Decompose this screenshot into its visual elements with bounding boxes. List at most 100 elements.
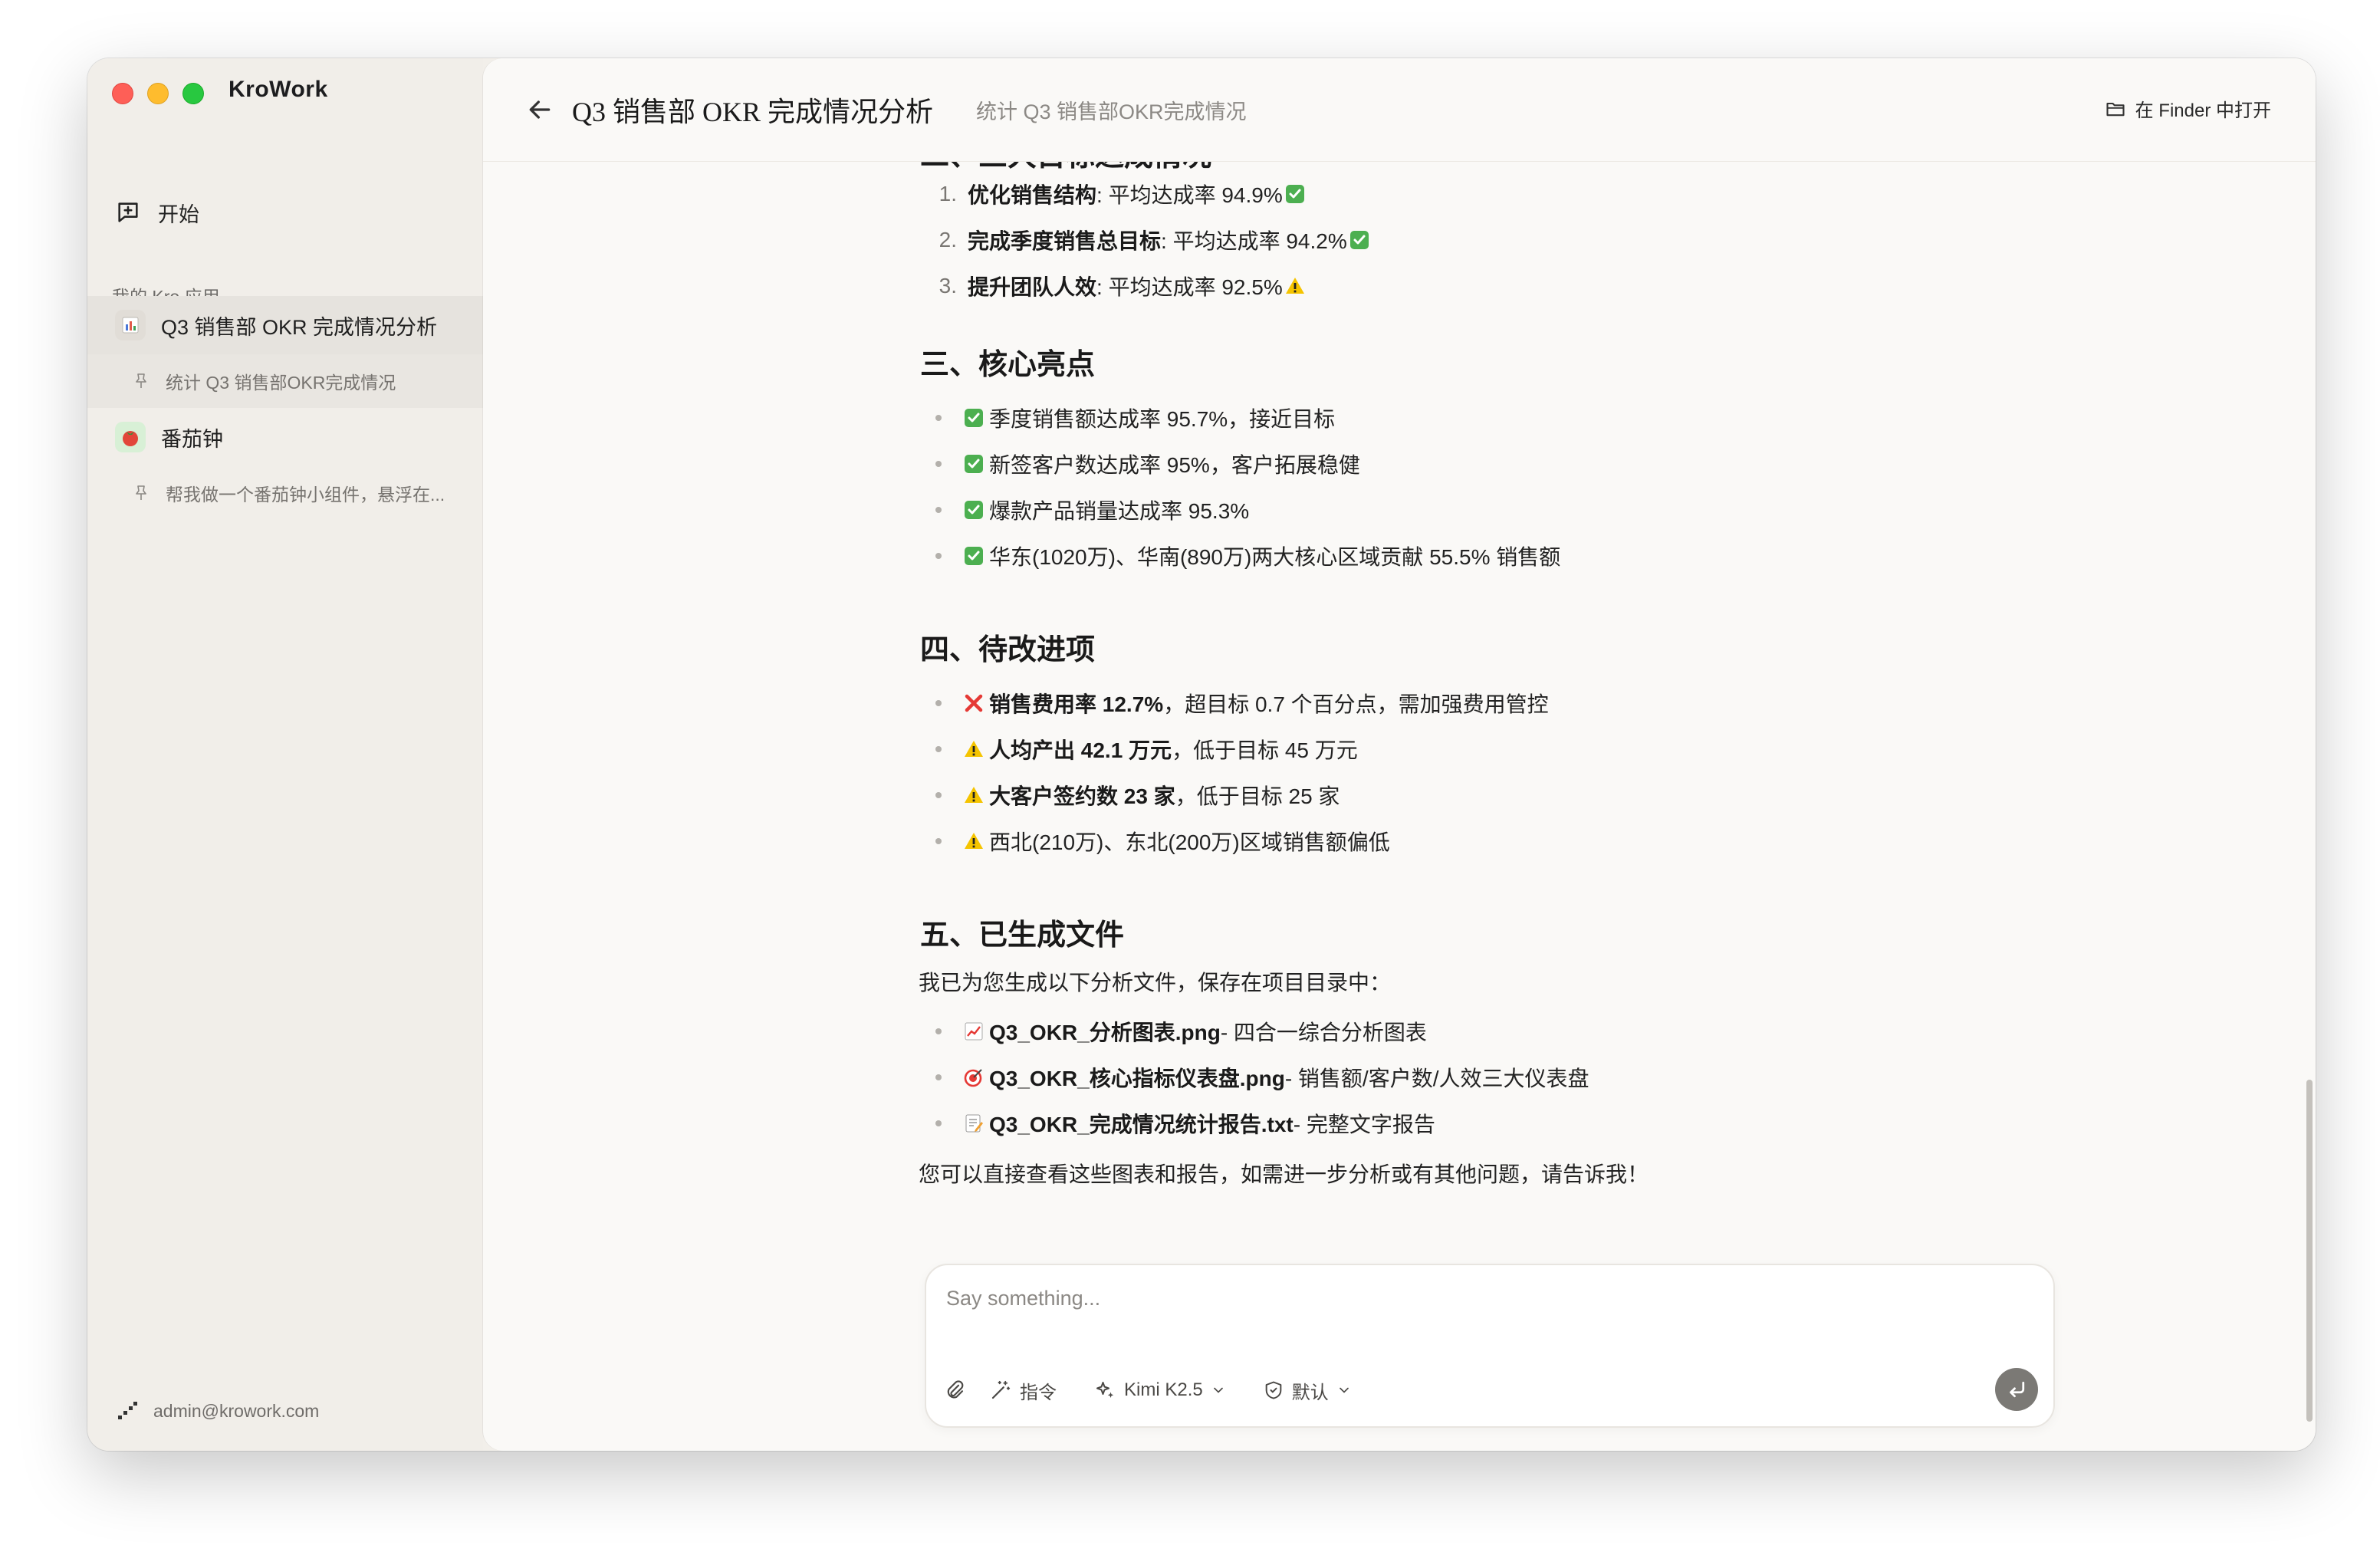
sidebar-app-title: Q3 销售部 OKR 完成情况分析: [161, 315, 438, 339]
chart-up-icon: [963, 1021, 985, 1042]
list-item: 西北(210万)、东北(200万)区域销售额偏低: [919, 822, 1390, 860]
model-label: Kimi K2.5: [1124, 1379, 1203, 1400]
section-heading: 五、已生成文件: [920, 919, 1125, 952]
target-icon: [963, 1067, 985, 1088]
scrollbar[interactable]: [2305, 161, 2316, 1451]
section-heading: 二、三大目标达成情况: [920, 161, 1211, 174]
chevron-down-icon: [1339, 1387, 1349, 1393]
bullet: [935, 1028, 942, 1034]
sidebar-session-label: 帮我做一个番茄钟小组件，悬浮在...: [166, 485, 445, 505]
paragraph: 我已为您生成以下分析文件，保存在项目目录中：: [919, 971, 1392, 995]
app-name: KroWork: [228, 77, 328, 102]
list-item: 2. 完成季度销售总目标 : 平均达成率 94.2%: [919, 221, 1375, 259]
desktop: KroWork 开始 我的 Kro 应用 Q: [0, 0, 2380, 1552]
bullet: [935, 1074, 942, 1080]
bullet: [935, 838, 942, 844]
close-window-button[interactable]: [112, 83, 133, 104]
app-window: KroWork 开始 我的 Kro 应用 Q: [87, 58, 2316, 1451]
new-chat-icon: [118, 202, 138, 222]
warning-icon: [963, 830, 985, 852]
check-icon: [963, 453, 985, 475]
sidebar-session-okr[interactable]: 统计 Q3 销售部OKR完成情况: [87, 354, 483, 408]
list-item: 销售费用率 12.7% ，超目标 0.7 个百分点，需加强费用管控: [919, 684, 1549, 722]
file-list-item: Q3_OKR_核心指标仪表盘.png - 销售额/客户数/人效三大仪表盘: [919, 1058, 1589, 1097]
bar-chart-icon: [115, 310, 146, 340]
mode-label: 默认: [1291, 1382, 1329, 1403]
check-icon: [963, 407, 985, 429]
sparkle-icon: [1096, 1382, 1114, 1398]
sidebar-session-tomato[interactable]: 帮我做一个番茄钟小组件，悬浮在...: [87, 466, 483, 520]
send-button[interactable]: [1995, 1368, 2038, 1411]
composer-toolbar: 指令 Kimi K2.5 默认: [943, 1371, 1389, 1409]
file-list-item: Q3_OKR_完成情况统计报告.txt - 完整文字报告: [919, 1104, 1435, 1143]
pin-icon: [136, 373, 146, 388]
check-icon: [1349, 229, 1370, 251]
list-item: 人均产出 42.1 万元 ，低于目标 45 万元: [919, 730, 1358, 768]
bullet: [935, 461, 942, 467]
user-avatar-icon: [118, 1402, 137, 1419]
scrollbar-thumb[interactable]: [2306, 1080, 2313, 1422]
sidebar-app-title: 番茄钟: [161, 427, 223, 451]
check-icon: [963, 499, 985, 521]
page-subtitle: 统计 Q3 销售部OKR完成情况: [976, 100, 1247, 123]
sidebar-app-tomato[interactable]: 番茄钟: [87, 408, 483, 466]
back-arrow-icon[interactable]: [524, 94, 555, 125]
bullet: [935, 415, 942, 421]
file-list-item: Q3_OKR_分析图表.png - 四合一综合分析图表: [919, 1012, 1427, 1051]
window-controls: [112, 83, 204, 104]
list-item: 大客户签约数 23 家 ，低于目标 25 家: [919, 776, 1340, 814]
check-icon: [1284, 183, 1306, 205]
model-selector[interactable]: Kimi K2.5: [1093, 1379, 1226, 1402]
bullet: [935, 553, 942, 559]
user-account[interactable]: admin@krowork.com: [115, 1399, 319, 1423]
warning-icon: [963, 738, 985, 760]
bullet: [935, 700, 942, 706]
message-content: 二、三大目标达成情况 1. 优化销售结构 : 平均达成率 94.9% 2. 完成…: [483, 161, 2316, 1451]
open-in-finder-label: 在 Finder 中打开: [2135, 100, 2271, 121]
warning-icon: [963, 784, 985, 806]
section-heading: 三、核心亮点: [920, 349, 1096, 381]
enter-icon: [2010, 1381, 2025, 1398]
list-item: 3. 提升团队人效 : 平均达成率 92.5%: [919, 267, 1310, 305]
bullet: [935, 746, 942, 752]
list-item: 季度销售额达成率 95.7%，接近目标: [919, 399, 1335, 437]
bullet: [935, 1120, 942, 1126]
sidebar-session-label: 统计 Q3 销售部OKR完成情况: [166, 373, 396, 393]
chevron-down-icon: [1213, 1387, 1223, 1393]
folder-icon: [2106, 102, 2125, 116]
start-label: 开始: [158, 202, 199, 226]
bullet: [935, 792, 942, 798]
sidebar-app-okr[interactable]: Q3 销售部 OKR 完成情况分析: [87, 296, 483, 354]
command-button[interactable]: 指令: [989, 1377, 1057, 1404]
minimize-window-button[interactable]: [147, 83, 169, 104]
list-item: 爆款产品销量达成率 95.3%: [919, 491, 1249, 529]
pin-icon: [136, 485, 146, 500]
attach-button[interactable]: [943, 1379, 966, 1402]
mode-selector[interactable]: 默认: [1263, 1377, 1352, 1404]
sidebar: KroWork 开始 我的 Kro 应用 Q: [87, 58, 483, 1451]
start-button[interactable]: 开始: [115, 193, 199, 232]
memo-icon: [963, 1113, 985, 1134]
paragraph: 您可以直接查看这些图表和报告，如需进一步分析或有其他问题，请告诉我！: [919, 1162, 1649, 1186]
bullet: [935, 507, 942, 513]
list-item: 1. 优化销售结构 : 平均达成率 94.9%: [919, 175, 1310, 213]
shield-icon: [1265, 1381, 1282, 1399]
list-item: 华东(1020万)、华南(890万)两大核心区域贡献 55.5% 销售额: [919, 537, 1560, 575]
page-header: Q3 销售部 OKR 完成情况分析 统计 Q3 销售部OKR完成情况 在 Fin…: [483, 58, 2316, 162]
user-email: admin@krowork.com: [153, 1400, 320, 1421]
command-label: 指令: [1020, 1382, 1057, 1403]
page-title: Q3 销售部 OKR 完成情况分析: [572, 97, 934, 127]
main-panel: Q3 销售部 OKR 完成情况分析 统计 Q3 销售部OKR完成情况 在 Fin…: [483, 58, 2316, 1451]
section-heading: 四、待改进项: [920, 634, 1096, 666]
message-composer[interactable]: Say something... 指令 Kimi K2.5 默认: [925, 1264, 2055, 1428]
tomato-icon: [115, 422, 146, 452]
warning-icon: [1284, 275, 1306, 297]
paperclip-icon: [947, 1380, 964, 1399]
check-icon: [963, 545, 985, 567]
open-in-finder-button[interactable]: 在 Finder 中打开: [2105, 95, 2271, 122]
cross-icon: [963, 692, 985, 714]
magic-wand-icon: [991, 1380, 1011, 1399]
list-item: 新签客户数达成率 95%，客户拓展稳健: [919, 445, 1360, 483]
zoom-window-button[interactable]: [182, 83, 204, 104]
message-input[interactable]: Say something...: [946, 1287, 1100, 1310]
